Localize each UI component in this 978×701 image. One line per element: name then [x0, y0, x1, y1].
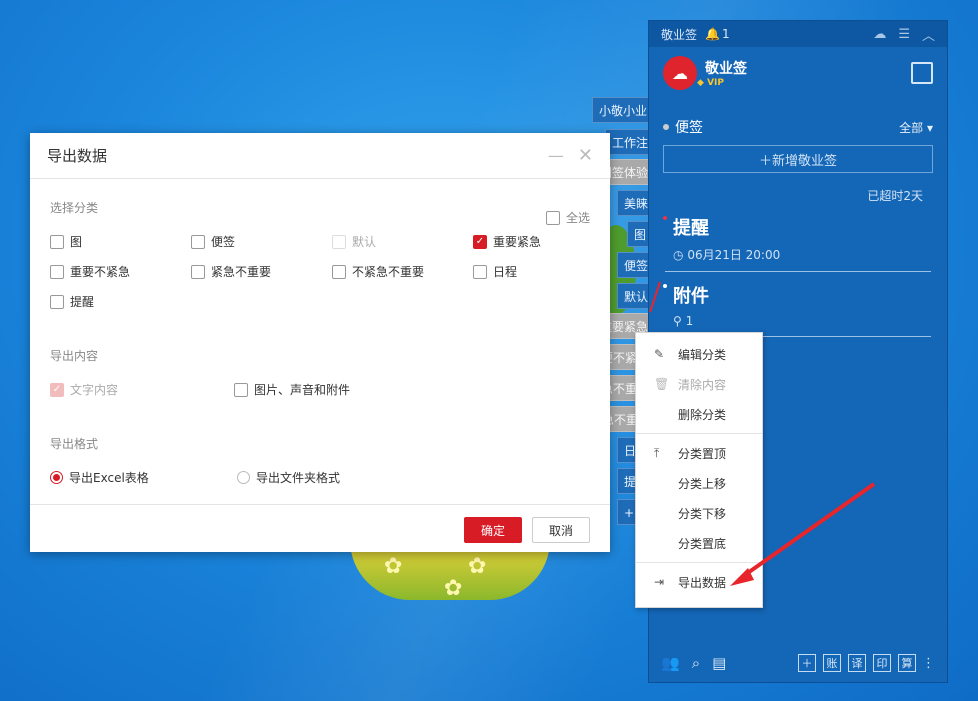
- note-reminder: ◷ 06月21日 20:00: [673, 248, 781, 262]
- trash-icon: 🗑: [654, 377, 670, 391]
- category-checkbox[interactable]: ✓ 重要紧急: [473, 233, 541, 250]
- menu-item-move-up[interactable]: 分类上移: [636, 468, 762, 498]
- format-radio-folder[interactable]: 导出文件夹格式: [237, 469, 340, 486]
- panel-toolbar: 👥 ⌕ ▤ ＋ 账 译 印 算 ⋮: [649, 644, 947, 682]
- add-button[interactable]: ＋: [798, 654, 816, 672]
- menu-item-move-bottom[interactable]: 分类置底: [636, 528, 762, 558]
- category-label: 便签: [675, 120, 703, 136]
- note-item[interactable]: 附件 ⚲ 1: [663, 278, 931, 337]
- dialog-header: 导出数据 — ✕: [30, 133, 610, 179]
- side-tab[interactable]: 默认: [617, 283, 650, 309]
- category-checkbox[interactable]: 紧急不重要: [191, 263, 271, 280]
- paperclip-icon: ⚲: [673, 314, 682, 328]
- notebook-icon[interactable]: ▤: [712, 654, 726, 672]
- collapse-icon[interactable]: ︿: [922, 25, 935, 44]
- overdue-text: 已超时2天: [867, 189, 923, 203]
- plus-icon: ＋: [758, 153, 772, 169]
- close-icon[interactable]: ✕: [578, 145, 593, 166]
- menu-item-move-down[interactable]: 分类下移: [636, 498, 762, 528]
- account-button[interactable]: 账: [823, 654, 841, 672]
- menu-item-move-top[interactable]: ⤒ 分类置顶: [636, 438, 762, 468]
- note-item[interactable]: 提醒 ◷ 06月21日 20:00: [663, 210, 931, 272]
- translate-button[interactable]: 译: [848, 654, 866, 672]
- bell-icon[interactable]: 🔔: [705, 27, 720, 41]
- dialog-title: 导出数据: [47, 147, 108, 165]
- category-checkbox[interactable]: 提醒: [50, 293, 94, 310]
- content-checkbox-media[interactable]: 图片、声音和附件: [234, 381, 350, 398]
- print-button[interactable]: 印: [873, 654, 891, 672]
- category-checkbox[interactable]: 默认: [332, 233, 376, 250]
- section-content: 导出内容: [50, 349, 99, 363]
- notification-count: 1: [721, 27, 730, 41]
- side-tab[interactable]: 美睐: [617, 190, 650, 216]
- cloud-sync-icon[interactable]: ☁: [873, 27, 886, 42]
- content-checkbox-text[interactable]: ✓ 文字内容: [50, 381, 118, 398]
- select-all-checkbox[interactable]: 全选: [546, 209, 590, 226]
- minimize-icon[interactable]: —: [548, 146, 564, 165]
- pin-top-icon: ⤒: [654, 445, 660, 460]
- avatar[interactable]: ☁: [663, 56, 697, 90]
- category-checkbox[interactable]: 图: [50, 233, 82, 250]
- clock-icon: ◷: [673, 248, 684, 262]
- calculator-button[interactable]: 算: [898, 654, 916, 672]
- vip-badge: ◆ VIP: [697, 78, 724, 88]
- menu-item-clear-content[interactable]: 🗑 清除内容: [636, 369, 762, 399]
- more-icon[interactable]: ⋮: [922, 656, 935, 671]
- wallpaper-flower: ✿: [384, 554, 403, 579]
- note-title: 提醒: [673, 218, 709, 239]
- new-note-button[interactable]: ＋ 新增敬业签: [663, 145, 933, 173]
- unread-mark: [663, 284, 667, 288]
- menu-divider: [636, 433, 762, 434]
- edit-icon: ✎: [654, 347, 665, 361]
- note-title: 附件: [673, 286, 709, 307]
- side-tab[interactable]: 便签: [617, 252, 650, 278]
- panel-titlebar: 敬业签 🔔 1 ☁ ☰ ︿: [649, 21, 947, 47]
- section-format: 导出格式: [50, 437, 99, 451]
- wallpaper-flower: ✿: [444, 576, 463, 601]
- side-tab[interactable]: 图: [627, 221, 650, 247]
- category-checkbox[interactable]: 日程: [473, 263, 517, 280]
- export-dialog: 导出数据 — ✕ 选择分类 全选 图 便签 默认 ✓ 重要紧急 重要不紧急 紧急不…: [30, 133, 610, 552]
- filter-dropdown[interactable]: 全部 ▾: [899, 119, 933, 136]
- user-name: 敬业签: [705, 61, 747, 77]
- category-checkbox[interactable]: 不紧急不重要: [332, 263, 424, 280]
- diamond-icon: ◆: [697, 78, 704, 88]
- wallpaper-flower: ✿: [468, 554, 487, 579]
- menu-item-edit-category[interactable]: ✎ 编辑分类: [636, 339, 762, 369]
- category-checkbox[interactable]: 便签: [191, 233, 235, 250]
- menu-icon[interactable]: ☰: [898, 27, 910, 42]
- section-category: 选择分类: [50, 201, 99, 215]
- dialog-footer: 确定 取消: [30, 504, 610, 552]
- format-radio-excel[interactable]: 导出Excel表格: [50, 469, 149, 486]
- category-header: 便签 全部 ▾: [649, 117, 947, 137]
- check-icon: ✓: [50, 382, 64, 397]
- note-attachments: ⚲ 1: [673, 314, 694, 328]
- cancel-button[interactable]: 取消: [532, 517, 590, 543]
- menu-divider: [636, 562, 762, 563]
- app-name: 敬业签: [661, 27, 698, 42]
- export-icon: ⇥: [654, 575, 665, 589]
- user-header: ☁ 敬业签 ◆ VIP: [649, 47, 947, 99]
- category-checkbox[interactable]: 重要不紧急: [50, 263, 130, 280]
- side-tab[interactable]: 工作注: [605, 129, 650, 155]
- check-icon: ✓: [473, 234, 487, 249]
- category-dot: [663, 124, 669, 130]
- menu-item-export-data[interactable]: ⇥ 导出数据: [636, 567, 762, 597]
- unread-mark: [663, 216, 667, 220]
- calendar-icon[interactable]: [911, 62, 933, 84]
- side-tab[interactable]: 小敬小业: [592, 97, 650, 123]
- menu-item-delete-category[interactable]: 删除分类: [636, 399, 762, 429]
- ok-button[interactable]: 确定: [464, 517, 522, 543]
- checkbox-box: [546, 210, 560, 225]
- contacts-icon[interactable]: 👥: [661, 654, 680, 672]
- search-icon[interactable]: ⌕: [692, 654, 700, 672]
- context-menu: ✎ 编辑分类 🗑 清除内容 删除分类 ⤒ 分类置顶 分类上移 分类下移 分类置底 ⇥ 导…: [635, 332, 763, 608]
